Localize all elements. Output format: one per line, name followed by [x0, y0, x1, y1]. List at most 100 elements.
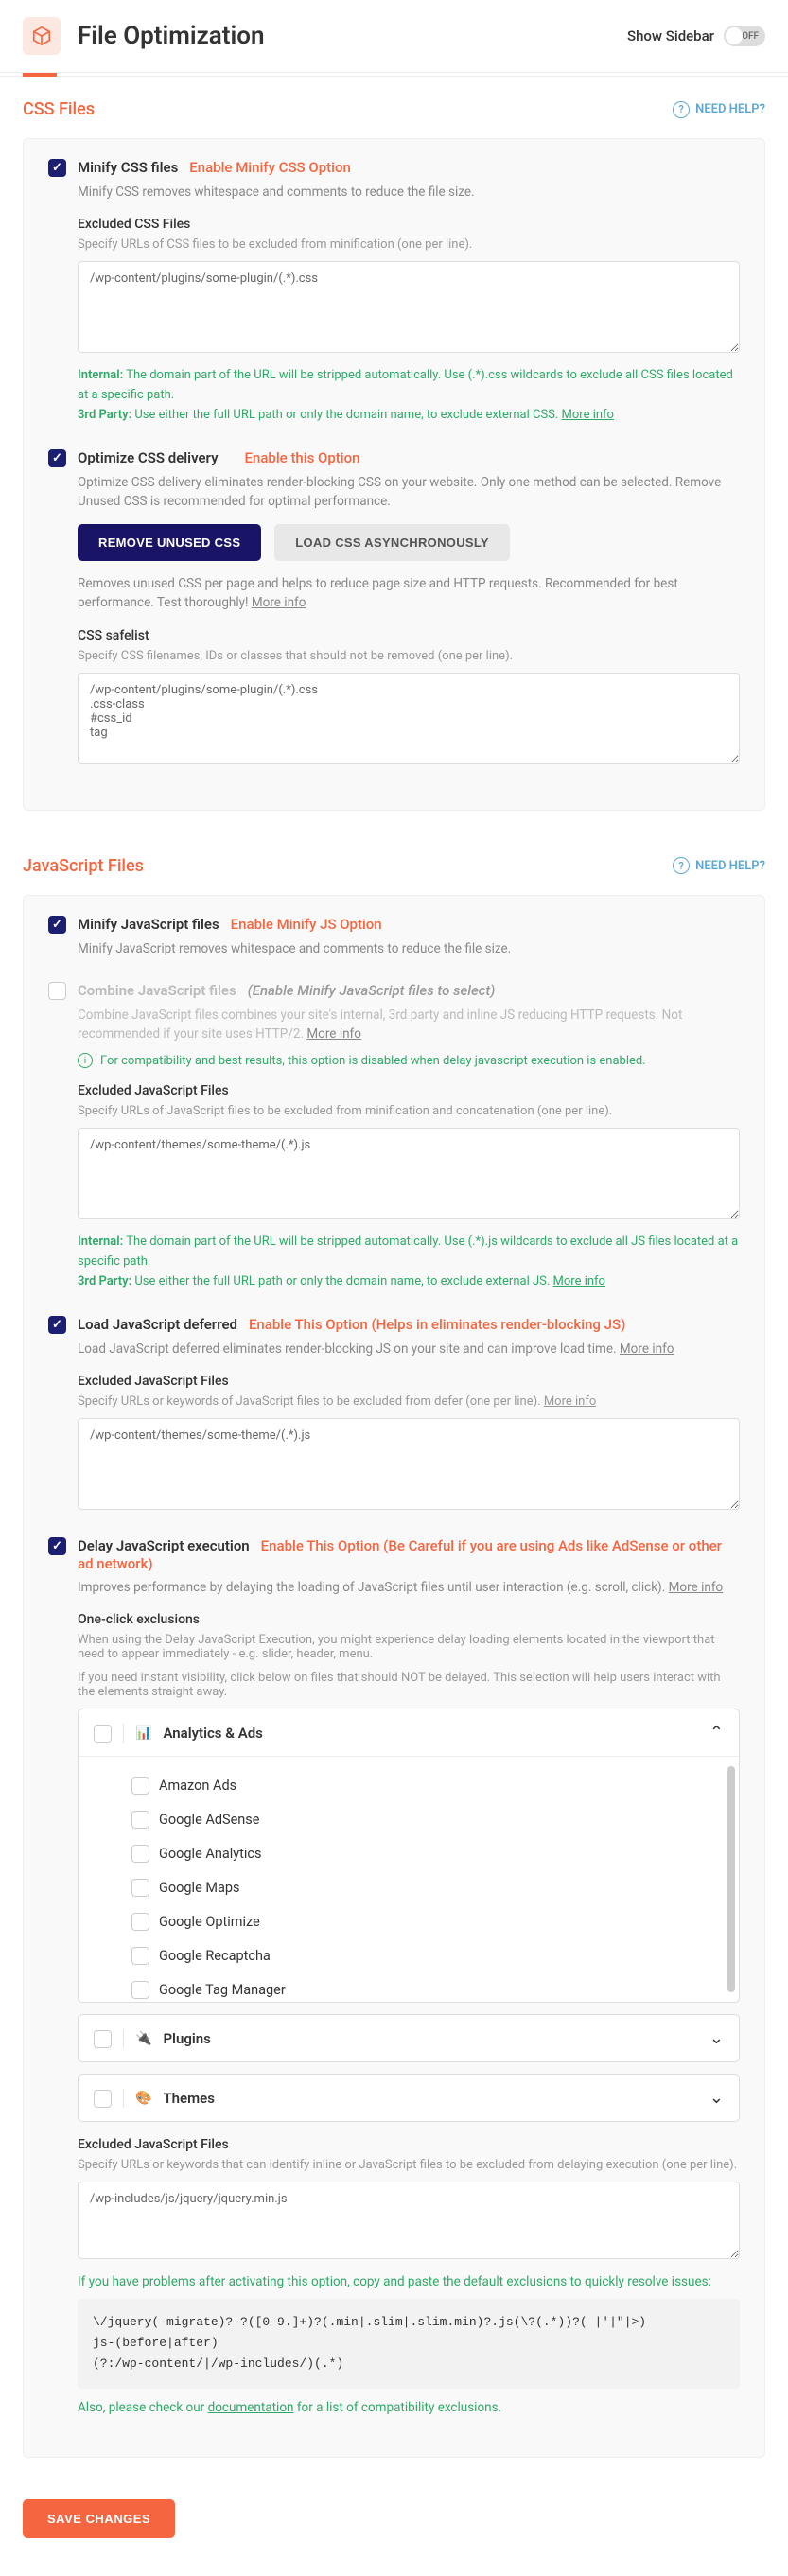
page-header: File Optimization Show Sidebar OFF [0, 0, 788, 73]
need-help-label: NEED HELP? [695, 102, 765, 116]
delay-excl-title: Excluded JavaScript Files [78, 2137, 740, 2152]
minify-css-label: Minify CSS files [78, 159, 178, 176]
delay-excl-textarea[interactable]: /wp-includes/js/jquery/jquery.min.js [78, 2182, 740, 2259]
css-section: CSS Files ? NEED HELP? Minify CSS files … [0, 77, 788, 833]
need-help-link[interactable]: ? NEED HELP? [673, 101, 765, 118]
exclusion-item[interactable]: Google Analytics [131, 1836, 739, 1870]
delay-js-desc: Improves performance by delaying the loa… [78, 1578, 740, 1597]
group-title: Analytics & Ads [163, 1725, 697, 1742]
minify-js-checkbox[interactable] [48, 916, 66, 934]
optimize-css-checkbox[interactable] [48, 449, 66, 467]
exclusion-group-header[interactable]: 🔌 Plugins ⌄ [79, 2015, 739, 2061]
css-panel: Minify CSS files Enable Minify CSS Optio… [23, 138, 765, 811]
chevron-up-icon: ⌃ [709, 1723, 724, 1743]
problems-note: If you have problems after activating th… [78, 2274, 740, 2289]
minify-js-label: Minify JavaScript files [78, 916, 219, 933]
exclusion-item[interactable]: Google Maps [131, 1870, 739, 1904]
exclusion-group-themes: 🎨 Themes ⌄ [78, 2074, 740, 2122]
js-section-title: JavaScript Files [23, 856, 144, 876]
save-changes-button[interactable]: SAVE CHANGES [23, 2499, 175, 2538]
minify-css-checkbox[interactable] [48, 159, 66, 177]
defer-excl-desc: Specify URLs or keywords of JavaScript f… [78, 1394, 740, 1409]
oneclick-block: One-click exclusions When using the Dela… [78, 1612, 740, 2122]
delay-js-label: Delay JavaScript execution [78, 1537, 250, 1554]
need-help-label: NEED HELP? [695, 859, 765, 873]
more-info-link[interactable]: More info [669, 1580, 724, 1595]
delay-js-option: Delay JavaScript execution Enable This O… [48, 1536, 740, 2415]
item-checkbox[interactable] [131, 1913, 149, 1931]
exclusion-group-plugins: 🔌 Plugins ⌄ [78, 2014, 740, 2062]
combine-js-option: Combine JavaScript files (Enable Minify … [48, 981, 740, 1292]
load-css-async-button[interactable]: LOAD CSS ASYNCHRONOUSLY [274, 524, 510, 561]
css-safelist-block: CSS safelist Specify CSS filenames, IDs … [78, 628, 740, 768]
chevron-down-icon: ⌄ [709, 2088, 724, 2108]
oneclick-title: One-click exclusions [78, 1612, 740, 1627]
item-checkbox[interactable] [131, 1777, 149, 1795]
save-row: SAVE CHANGES [0, 2480, 788, 2576]
item-checkbox[interactable] [131, 1845, 149, 1863]
help-icon: ? [673, 857, 690, 874]
page-title: File Optimization [78, 22, 627, 50]
exclusion-item[interactable]: Google Recaptcha [131, 1938, 739, 1972]
group-checkbox[interactable] [94, 2030, 112, 2048]
more-info-link[interactable]: More info [620, 1341, 674, 1357]
more-info-link[interactable]: More info [562, 408, 614, 422]
exclusion-item[interactable]: Google Tag Manager [131, 1972, 739, 2002]
themes-icon: 🎨 [135, 2091, 151, 2106]
item-label: Google Maps [159, 1880, 240, 1896]
defer-js-checkbox[interactable] [48, 1316, 66, 1334]
need-help-link[interactable]: ? NEED HELP? [673, 857, 765, 874]
defer-excl-block: Excluded JavaScript Files Specify URLs o… [78, 1374, 740, 1514]
combine-js-checkbox[interactable] [48, 982, 66, 1000]
more-info-link[interactable]: More info [544, 1394, 596, 1409]
combine-js-info: i For compatibility and best results, th… [78, 1053, 740, 1068]
more-info-link[interactable]: More info [306, 1026, 361, 1042]
documentation-link[interactable]: documentation [208, 2400, 294, 2415]
item-checkbox[interactable] [131, 1981, 149, 1999]
show-sidebar-label: Show Sidebar [627, 27, 714, 44]
excluded-css-note: Internal: The domain part of the URL wil… [78, 366, 740, 425]
group-title: Plugins [163, 2030, 697, 2047]
defer-excl-textarea[interactable]: /wp-content/themes/some-theme/(.*).js [78, 1418, 740, 1510]
optimize-css-label: Optimize CSS delivery [78, 449, 219, 466]
excluded-css-block: Excluded CSS Files Specify URLs of CSS f… [78, 217, 740, 425]
remove-unused-css-button[interactable]: REMOVE UNUSED CSS [78, 524, 261, 561]
defer-js-label: Load JavaScript deferred [78, 1316, 237, 1333]
item-checkbox[interactable] [131, 1811, 149, 1829]
scrollbar[interactable] [727, 1766, 735, 1992]
group-checkbox[interactable] [94, 1725, 112, 1743]
more-info-link[interactable]: More info [553, 1274, 605, 1288]
more-info-link[interactable]: More info [252, 595, 306, 610]
defer-excl-title: Excluded JavaScript Files [78, 1374, 740, 1389]
group-title: Themes [163, 2090, 697, 2107]
oneclick-desc1: When using the Delay JavaScript Executio… [78, 1633, 740, 1661]
item-label: Google Analytics [159, 1846, 261, 1862]
delay-js-checkbox[interactable] [48, 1537, 66, 1555]
css-safelist-textarea[interactable]: /wp-content/plugins/some-plugin/(.*).css… [78, 673, 740, 764]
css-section-title: CSS Files [23, 99, 95, 119]
exclusion-item[interactable]: Google AdSense [131, 1802, 739, 1836]
item-label: Google Tag Manager [159, 1982, 286, 1998]
exclusion-item[interactable]: Google Optimize [131, 1904, 739, 1938]
minify-css-option: Minify CSS files Enable Minify CSS Optio… [48, 158, 740, 426]
chevron-down-icon: ⌄ [709, 2028, 724, 2048]
item-checkbox[interactable] [131, 1947, 149, 1965]
defer-js-option: Load JavaScript deferred Enable This Opt… [48, 1315, 740, 1514]
excluded-css-textarea[interactable]: /wp-content/plugins/some-plugin/(.*).css [78, 261, 740, 353]
item-checkbox[interactable] [131, 1879, 149, 1897]
item-label: Google Optimize [159, 1914, 260, 1930]
info-icon: i [78, 1053, 93, 1068]
toggle-switch[interactable]: OFF [724, 26, 765, 46]
exclusion-group-header[interactable]: 🎨 Themes ⌄ [79, 2075, 739, 2121]
exclusion-group-header[interactable]: 📊 Analytics & Ads ⌃ [79, 1709, 739, 1756]
excluded-js-textarea[interactable]: /wp-content/themes/some-theme/(.*).js [78, 1128, 740, 1219]
excluded-js-desc: Specify URLs of JavaScript files to be e… [78, 1104, 740, 1118]
show-sidebar-toggle[interactable]: Show Sidebar OFF [627, 26, 765, 46]
exclusion-item[interactable]: Amazon Ads [131, 1768, 739, 1802]
excluded-js-note: Internal: The domain part of the URL wil… [78, 1233, 740, 1291]
documentation-note: Also, please check our documentation for… [78, 2400, 740, 2415]
group-checkbox[interactable] [94, 2090, 112, 2108]
minify-css-hint: Enable Minify CSS Option [189, 159, 351, 176]
minify-js-option: Minify JavaScript files Enable Minify JS… [48, 915, 740, 958]
default-exclusions-code: \/jquery(-migrate)?-?([0-9.]+)?(.min|.sl… [78, 2299, 740, 2388]
